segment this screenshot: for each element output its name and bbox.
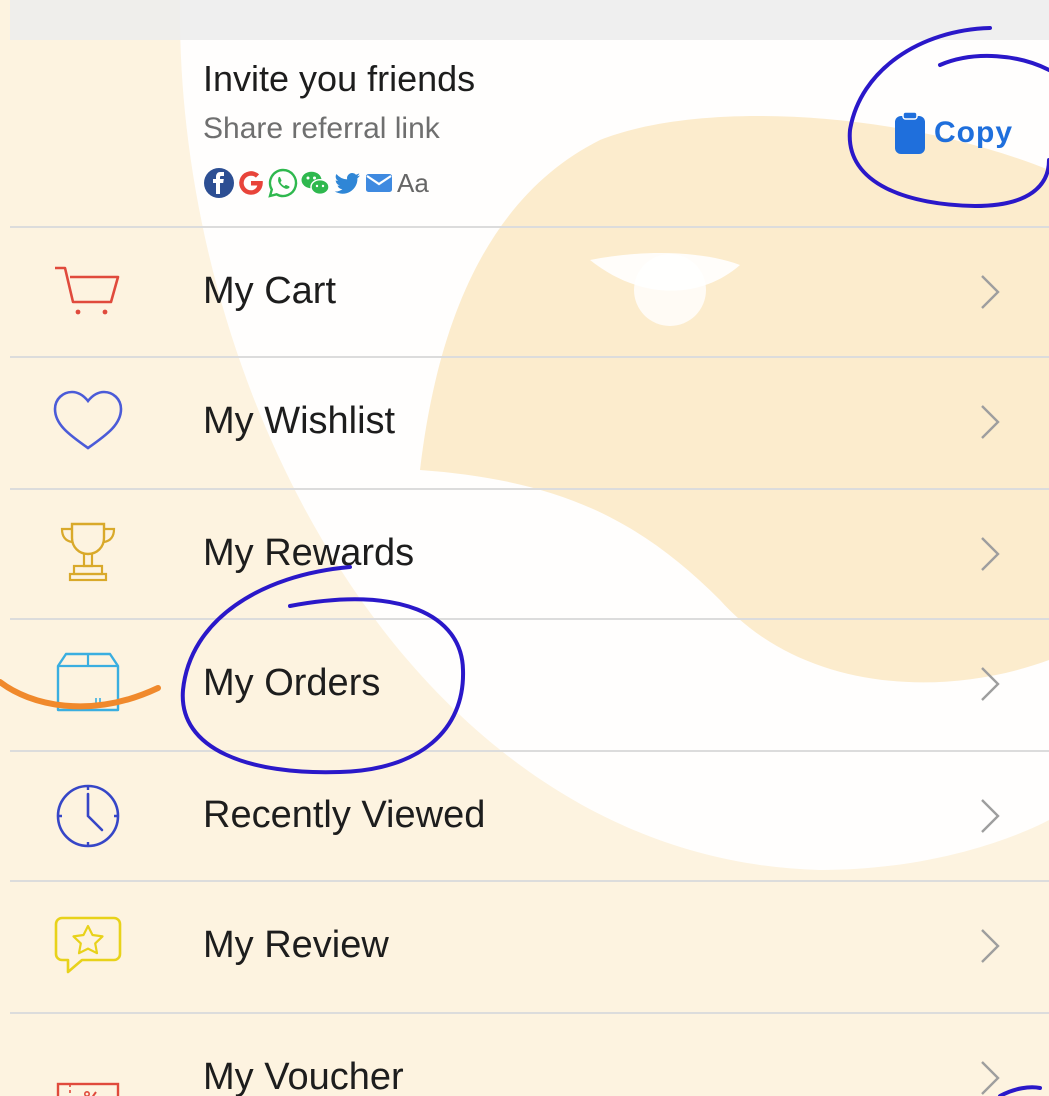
- chevron-right-icon: [981, 799, 1000, 833]
- menu-item-label: My Voucher: [203, 1056, 404, 1096]
- menu-item-label: My Review: [203, 924, 389, 966]
- menu-item-my-review[interactable]: My Review: [10, 882, 1049, 1010]
- copy-link-button[interactable]: Copy: [894, 110, 1013, 156]
- menu-item-my-voucher[interactable]: My Voucher: [10, 1014, 1049, 1096]
- chevron-right-icon: [981, 275, 1000, 309]
- clipboard-icon: [895, 111, 925, 154]
- trophy-icon: [60, 522, 116, 582]
- menu-item-label: Recently Viewed: [203, 794, 486, 836]
- chevron-right-icon: [981, 537, 1000, 571]
- google-icon[interactable]: [235, 167, 267, 199]
- menu-item-my-rewards[interactable]: My Rewards: [10, 490, 1049, 618]
- menu-item-recently-viewed[interactable]: Recently Viewed: [10, 752, 1049, 880]
- menu-item-my-wishlist[interactable]: My Wishlist: [10, 358, 1049, 486]
- facebook-icon[interactable]: [203, 167, 235, 199]
- voucher-icon: [56, 1082, 120, 1096]
- wechat-icon[interactable]: [299, 167, 331, 199]
- menu-item-my-orders[interactable]: My Orders: [10, 620, 1049, 748]
- chevron-right-icon: [981, 667, 1000, 701]
- top-bar-strip: [10, 0, 1049, 40]
- menu-item-label: My Cart: [203, 270, 336, 312]
- account-menu-screen: Invite you friends Share referral link A…: [0, 0, 1049, 1096]
- twitter-icon[interactable]: [331, 167, 363, 199]
- menu-item-label: My Rewards: [203, 532, 415, 574]
- menu-item-my-cart[interactable]: My Cart: [10, 228, 1049, 356]
- review-star-icon: [54, 916, 122, 974]
- email-icon[interactable]: [363, 167, 395, 199]
- copy-label: Copy: [934, 116, 1013, 149]
- invite-title: Invite you friends: [203, 58, 476, 99]
- menu-item-label: My Wishlist: [203, 400, 396, 442]
- text-share-aa[interactable]: Aa: [397, 168, 429, 199]
- box-icon: [56, 652, 120, 712]
- heart-icon: [53, 390, 123, 450]
- share-icons-row: Aa: [203, 166, 429, 200]
- whatsapp-icon[interactable]: [267, 167, 299, 199]
- menu-item-label: My Orders: [203, 662, 381, 704]
- clock-icon: [56, 784, 120, 848]
- chevron-right-icon: [981, 929, 1000, 963]
- cart-icon: [55, 266, 120, 315]
- invite-subtitle: Share referral link: [203, 112, 440, 145]
- chevron-right-icon: [981, 1061, 1000, 1095]
- chevron-right-icon: [981, 405, 1000, 439]
- invite-friends-section: Invite you friends Share referral link A…: [10, 40, 1049, 226]
